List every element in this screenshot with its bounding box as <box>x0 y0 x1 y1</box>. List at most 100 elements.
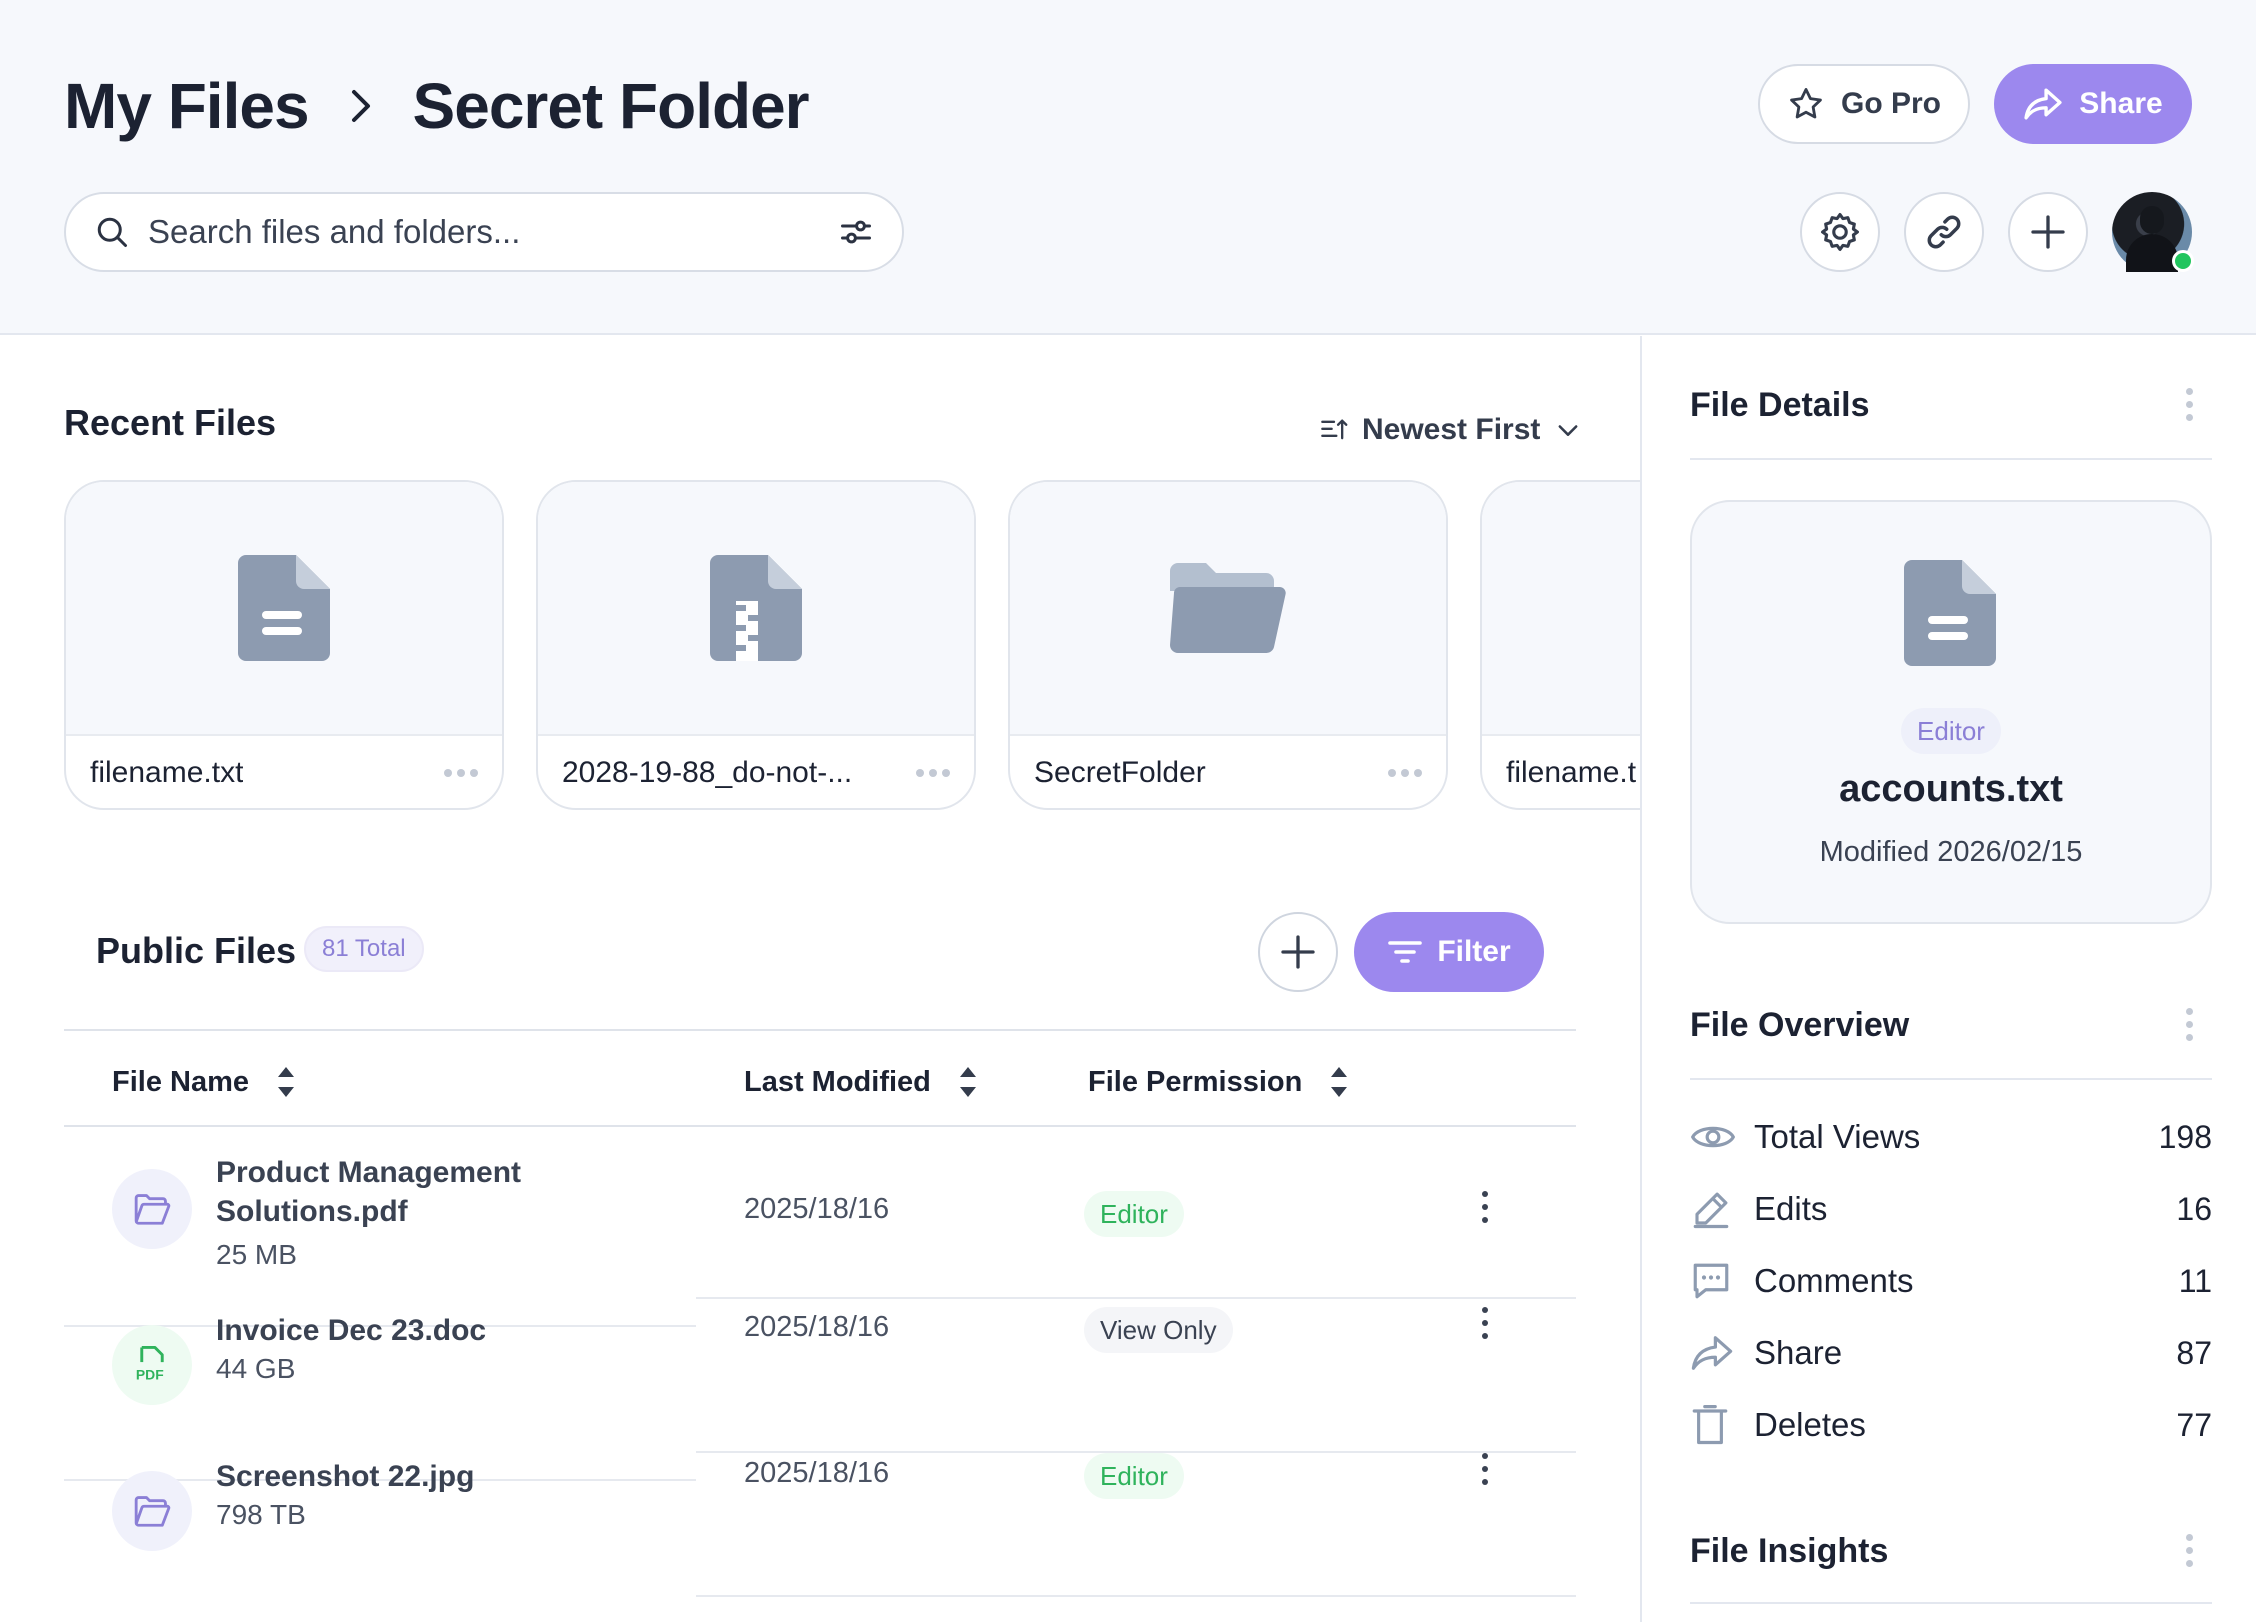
column-header-last-modified[interactable]: Last Modified <box>744 1058 979 1106</box>
pencil-icon <box>1690 1188 1738 1230</box>
more-horizontal-icon[interactable] <box>444 769 478 777</box>
table-row[interactable] <box>64 1615 1576 1622</box>
go-pro-button[interactable]: Go Pro <box>1758 64 1970 144</box>
file-name: Screenshot 22.jpg <box>216 1460 475 1493</box>
filter-label: Filter <box>1437 935 1511 968</box>
pdf-icon: PDF <box>134 1346 170 1384</box>
search-bar <box>64 192 904 272</box>
sort-dropdown[interactable]: Newest First <box>1320 408 1582 452</box>
stat-comments: Comments 11 <box>1690 1256 2212 1306</box>
folder-icon <box>133 1495 171 1527</box>
zip-icon <box>710 555 802 661</box>
stat-value: 77 <box>2176 1406 2212 1443</box>
share-icon <box>2023 86 2063 122</box>
share-button[interactable]: Share <box>1994 64 2192 144</box>
permission-badge: Editor <box>1084 1191 1184 1237</box>
chevron-right-icon <box>349 86 373 126</box>
column-header-file-permission[interactable]: File Permission <box>1088 1058 1350 1106</box>
avatar[interactable] <box>2112 192 2194 272</box>
column-header-file-name[interactable]: File Name <box>112 1058 297 1106</box>
file-date: 2025/18/16 <box>744 1193 890 1225</box>
card-file-name: filename.t <box>1506 756 1637 789</box>
sort-label: Newest First <box>1362 413 1541 446</box>
more-vertical-icon[interactable] <box>1482 1191 1488 1223</box>
file-overview-title: File Overview <box>1690 1006 1910 1044</box>
sort-arrows-icon <box>957 1062 979 1102</box>
file-name: Invoice Dec 23.doc <box>216 1314 487 1347</box>
stat-value: 198 <box>2158 1118 2212 1155</box>
eye-icon <box>1690 1120 1738 1154</box>
table-row[interactable]: Product Management Solutions.pdf 25 MB 2… <box>64 1127 1576 1299</box>
share-label: Share <box>2079 87 2163 120</box>
breadcrumb-root[interactable]: My Files <box>64 69 310 143</box>
table-divider <box>64 1029 1576 1031</box>
more-vertical-icon[interactable] <box>2186 388 2193 421</box>
svg-text:PDF: PDF <box>136 1367 164 1383</box>
header: My Files Secret Folder Go Pro Share <box>0 0 2256 335</box>
comment-icon <box>1690 1260 1738 1302</box>
row-divider <box>696 1595 1576 1597</box>
file-size: 44 GB <box>216 1353 296 1384</box>
card-preview <box>1482 482 1640 736</box>
recent-files-carousel: filename.txt 2028-19-88_do-not-... Secre… <box>64 480 1640 810</box>
more-horizontal-icon[interactable] <box>1388 769 1422 777</box>
file-badge <box>112 1169 192 1249</box>
file-details-title: File Details <box>1690 386 1870 424</box>
detail-file-name: accounts.txt <box>1839 768 2063 810</box>
add-button[interactable] <box>2008 192 2088 272</box>
sort-arrows-icon <box>275 1062 297 1102</box>
public-files-title: Public Files <box>96 930 297 971</box>
column-header-label: File Permission <box>1088 1065 1303 1098</box>
filter-icon <box>1387 937 1423 967</box>
file-badge: PDF <box>112 1325 192 1405</box>
column-header-label: File Name <box>112 1065 249 1098</box>
recent-file-card[interactable]: filename.txt <box>64 480 504 810</box>
gear-icon <box>1818 210 1862 254</box>
document-icon <box>1904 560 1996 666</box>
recent-files-title: Recent Files <box>64 402 277 443</box>
file-preview-card: Editor accounts.txt Modified 2026/02/15 <box>1690 500 2212 924</box>
plus-icon <box>2028 212 2068 252</box>
recent-file-card[interactable]: filename.t <box>1480 480 1640 810</box>
breadcrumb: My Files Secret Folder <box>64 66 810 146</box>
file-name-line: Product Management <box>216 1156 522 1189</box>
filter-button[interactable]: Filter <box>1354 912 1544 992</box>
panel-divider <box>1690 458 2212 460</box>
go-pro-label: Go Pro <box>1840 87 1941 120</box>
more-vertical-icon[interactable] <box>1482 1453 1488 1485</box>
file-date: 2025/18/16 <box>744 1311 890 1343</box>
settings-button[interactable] <box>1800 192 1880 272</box>
card-preview <box>66 482 502 736</box>
more-vertical-icon[interactable] <box>2186 1534 2193 1567</box>
stat-label: Edits <box>1754 1190 1828 1227</box>
search-input[interactable] <box>148 213 838 251</box>
copy-link-button[interactable] <box>1904 192 1984 272</box>
more-vertical-icon[interactable] <box>2186 1008 2193 1041</box>
recent-file-card[interactable]: 2028-19-88_do-not-... <box>536 480 976 810</box>
recent-file-card[interactable]: SecretFolder <box>1008 480 1448 810</box>
folder-icon <box>1170 563 1286 653</box>
search-icon <box>94 214 130 250</box>
add-file-button[interactable] <box>1258 912 1338 992</box>
table-row[interactable]: Screenshot 22.jpg 798 TB 2025/18/16 Edit… <box>64 1453 1576 1615</box>
link-icon <box>1922 210 1966 254</box>
card-footer: SecretFolder <box>1010 736 1446 808</box>
avatar-head <box>2140 206 2164 234</box>
card-file-name: 2028-19-88_do-not-... <box>562 756 853 789</box>
stat-share: Share 87 <box>1690 1328 2212 1378</box>
stat-value: 11 <box>2178 1262 2212 1299</box>
more-vertical-icon[interactable] <box>1482 1307 1488 1339</box>
more-horizontal-icon[interactable] <box>916 769 950 777</box>
breadcrumb-current: Secret Folder <box>412 70 810 142</box>
trash-icon <box>1690 1404 1738 1446</box>
main-content: Recent Files Newest First filename.txt 2… <box>0 336 1640 1622</box>
detail-modified: Modified 2026/02/15 <box>1819 836 2083 868</box>
details-panel: File Details Editor accounts.txt Modifie… <box>1640 336 2256 1622</box>
column-header-label: Last Modified <box>744 1065 931 1098</box>
stat-edits: Edits 16 <box>1690 1184 2212 1234</box>
table-row[interactable]: PDF Invoice Dec 23.doc 44 GB 2025/18/16 … <box>64 1307 1576 1481</box>
file-badge <box>112 1471 192 1551</box>
panel-divider <box>1690 1078 2212 1080</box>
sliders-icon[interactable] <box>838 214 874 250</box>
chevron-down-icon <box>1554 416 1582 444</box>
